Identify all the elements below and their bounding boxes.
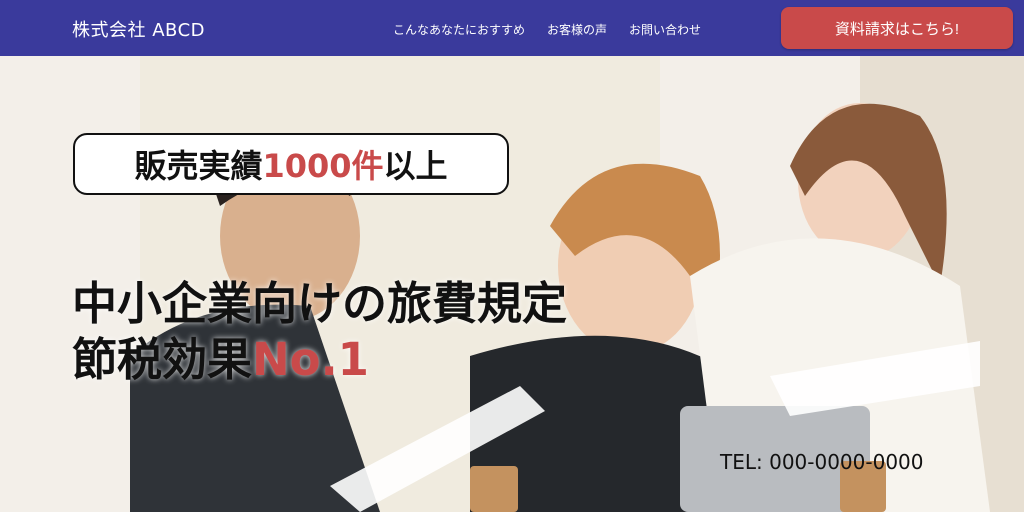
request-materials-button[interactable]: 資料請求はこちら! [781,7,1013,49]
nav-link-testimonials[interactable]: お客様の声 [547,21,607,38]
headline-line-2-prefix: 節税効果 [72,333,253,386]
site-header: 株式会社 ABCD こんなあなたにおすすめ お客様の声 お問い合わせ 資料請求は… [0,0,1024,56]
hero-headline: 中小企業向けの旅費規定 節税効果No.1 [72,276,567,388]
phone-number: TEL: 000-0000-0000 [720,450,924,474]
headline-line-2: 節税効果No.1 [72,332,567,388]
badge-highlight: 1000件 [262,147,384,185]
badge-prefix: 販売実績 [134,147,263,185]
nav-link-contact[interactable]: お問い合わせ [629,21,701,38]
brand-logo-link[interactable]: 株式会社 ABCD [72,16,205,42]
hero-section: 販売実績 1000件 以上 中小企業向けの旅費規定 節税効果No.1 TEL: 00… [0,56,1024,512]
badge-suffix: 以上 [383,147,448,185]
nav-link-recommend[interactable]: こんなあなたにおすすめ [393,21,525,38]
headline-line-1: 中小企業向けの旅費規定 [72,277,568,330]
sales-record-badge: 販売実績 1000件 以上 [73,133,509,195]
main-nav: こんなあなたにおすすめ お客様の声 お問い合わせ [393,21,701,38]
headline-line-2-highlight: No.1 [252,333,369,386]
